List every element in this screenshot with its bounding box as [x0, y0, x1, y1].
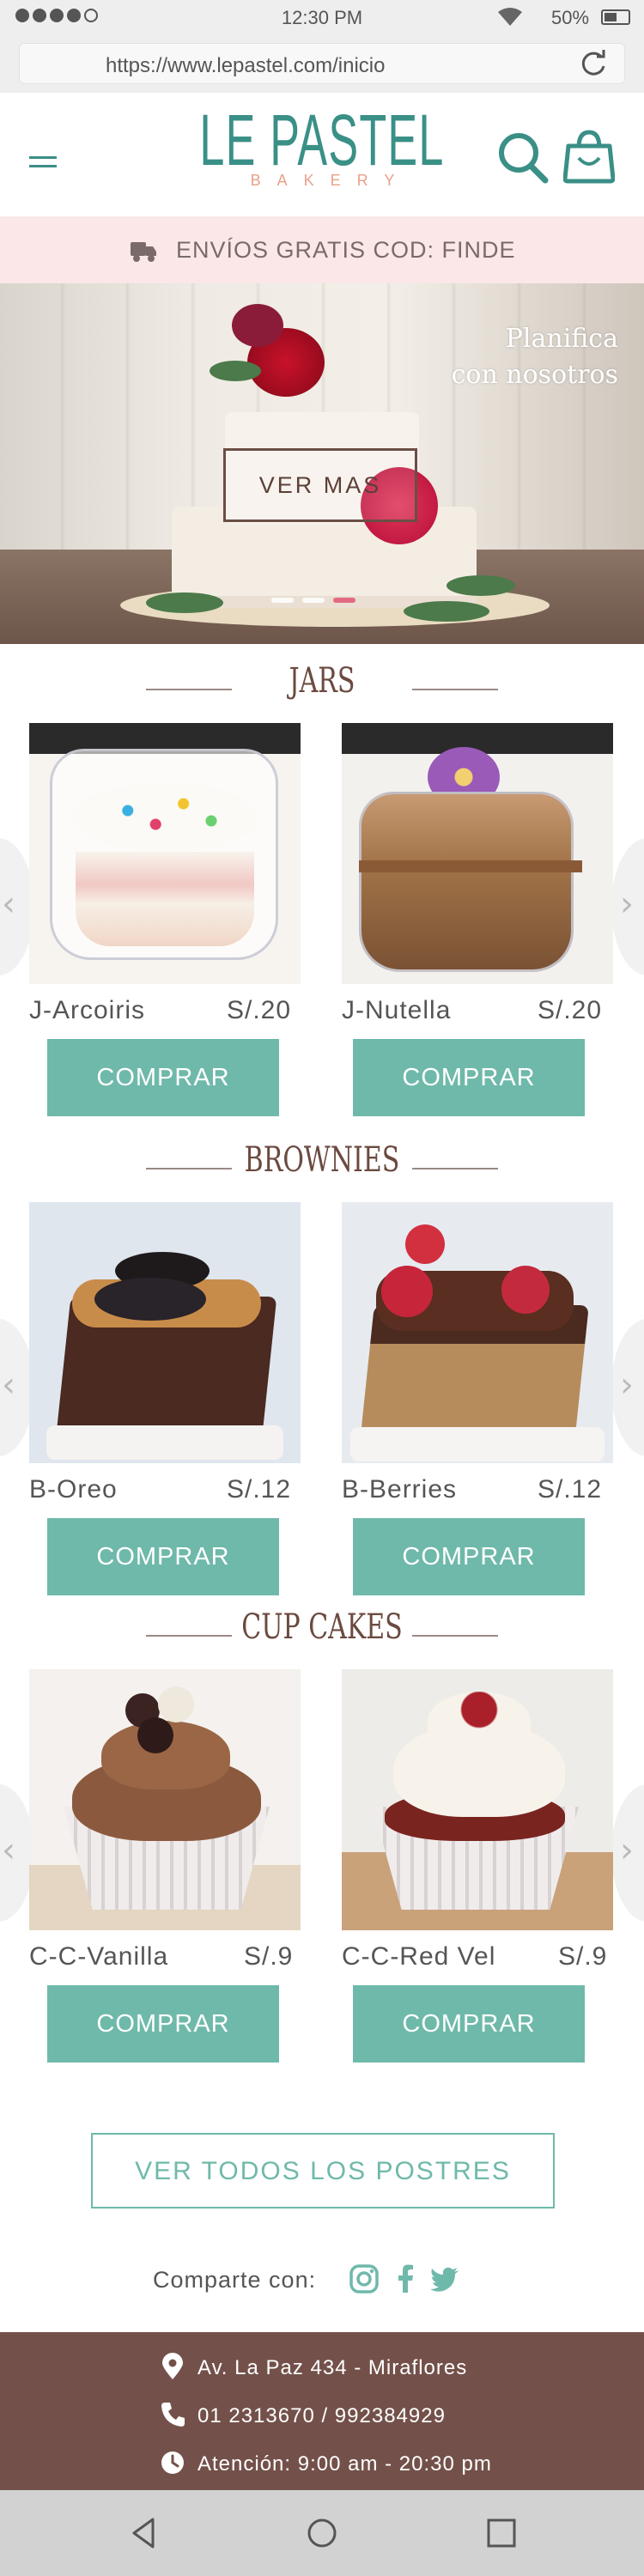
section-title-jars: JARS: [289, 661, 355, 701]
oreo-cookie: [94, 1278, 206, 1321]
paper-liner: [350, 1427, 605, 1461]
location-pin-icon: [162, 2353, 183, 2379]
product-price: S/.9: [244, 1942, 294, 1971]
url-field[interactable]: https://www.lepastel.com/inicio: [19, 43, 625, 84]
shopping-bag-icon[interactable]: [563, 127, 615, 184]
product-price: S/.12: [227, 1475, 292, 1504]
battery-icon: [601, 9, 630, 25]
hero-slogan-line2: con nosotros: [451, 360, 618, 390]
hero-leaf: [146, 592, 223, 613]
hero-flower: [232, 304, 283, 347]
wifi-icon: [498, 8, 522, 26]
battery-percent: 50%: [551, 7, 590, 28]
product-price: S/.9: [558, 1942, 608, 1971]
hero-carousel[interactable]: Planifica con nosotros VER MAS: [0, 283, 644, 644]
hero-leaf: [210, 361, 261, 381]
browser-url-bar: https://www.lepastel.com/inicio: [0, 36, 644, 93]
promo-banner: ENVÍOS GRATIS COD: FINDE: [0, 216, 644, 283]
section-title-brownies: BROWNIES: [244, 1140, 400, 1180]
comprar-button[interactable]: COMPRAR: [47, 1518, 279, 1595]
footer-phone-text[interactable]: 01 2313670 / 992384929: [197, 2404, 446, 2428]
status-bar: 12:30 PM 50%: [0, 0, 644, 36]
jar-layers: [76, 852, 254, 946]
raspberry: [501, 1266, 550, 1314]
back-icon[interactable]: [125, 2514, 163, 2552]
home-icon[interactable]: [303, 2514, 341, 2552]
product-name: C-C-Vanilla: [29, 1942, 169, 1971]
twitter-icon[interactable]: [429, 2263, 460, 2294]
clock-icon: [161, 2451, 184, 2474]
status-time: 12:30 PM: [281, 7, 363, 28]
product-price: S/.12: [538, 1475, 603, 1504]
chevron-left-icon[interactable]: ‹: [2, 1365, 15, 1405]
footer: Av. La Paz 434 - Miraflores 01 2313670 /…: [0, 2332, 644, 2490]
carousel-dot-active[interactable]: [333, 598, 355, 603]
jar-ribbon: [359, 860, 582, 872]
section-divider: [412, 689, 498, 690]
chevron-right-icon[interactable]: ›: [620, 884, 634, 924]
cupcake-frosting: [428, 1692, 531, 1752]
footer-hours-text: Atención: 9:00 am - 20:30 pm: [197, 2452, 492, 2476]
product-image-c-c-red-vel[interactable]: [342, 1669, 613, 1930]
comprar-button[interactable]: COMPRAR: [353, 1039, 585, 1116]
chevron-left-icon[interactable]: ‹: [2, 884, 15, 924]
hero-slogan: Planifica con nosotros: [447, 321, 618, 393]
view-all-desserts-button[interactable]: VER TODOS LOS POSTRES: [91, 2133, 555, 2208]
chevron-left-icon[interactable]: ‹: [2, 1831, 15, 1870]
search-icon[interactable]: [496, 129, 550, 185]
ver-mas-button[interactable]: VER MAS: [223, 448, 417, 522]
carousel-dot[interactable]: [302, 598, 325, 603]
raspberry: [381, 1266, 433, 1317]
product-name: J-Arcoiris: [29, 996, 145, 1024]
facebook-icon[interactable]: [390, 2263, 421, 2294]
product-name: J-Nutella: [342, 996, 452, 1024]
share-label: Comparte con:: [153, 2267, 317, 2293]
comprar-button[interactable]: COMPRAR: [47, 1039, 279, 1116]
product-name: B-Oreo: [29, 1475, 118, 1504]
section-title-cupcakes: CUP CAKES: [241, 1607, 403, 1647]
instagram-icon[interactable]: [349, 2263, 380, 2294]
product-price: S/.20: [538, 996, 603, 1024]
product-name: C-C-Red Vel: [342, 1942, 496, 1971]
jar-glass: [359, 792, 574, 972]
system-nav-bar: [0, 2490, 644, 2576]
raspberry: [405, 1224, 445, 1264]
site-header: LE PASTEL BAKERY: [0, 93, 644, 216]
url-text: https://www.lepastel.com/inicio: [106, 54, 386, 77]
comprar-button[interactable]: COMPRAR: [353, 1518, 585, 1595]
chevron-right-icon[interactable]: ›: [620, 1365, 634, 1405]
logo-main: LE PASTEL: [199, 100, 445, 180]
hero-leaf: [447, 575, 515, 596]
promo-text: ENVÍOS GRATIS COD: FINDE: [176, 237, 516, 263]
carousel-dots: [271, 598, 355, 603]
comprar-button[interactable]: COMPRAR: [353, 1985, 585, 2063]
jar-sprinkles: [72, 783, 258, 852]
hero-leaf: [404, 601, 489, 622]
hero-slogan-line1: Planifica: [505, 324, 618, 354]
page: 12:30 PM 50% https://www.lepastel.com/in…: [0, 0, 644, 2576]
phone-icon: [161, 2403, 185, 2427]
carousel-dot[interactable]: [271, 598, 294, 603]
chevron-right-icon[interactable]: ›: [620, 1831, 634, 1870]
product-image-b-berries[interactable]: [342, 1202, 613, 1463]
product-name: B-Berries: [342, 1475, 458, 1504]
section-divider: [412, 1635, 498, 1637]
product-image-b-oreo[interactable]: [29, 1202, 301, 1463]
product-image-j-arcoiris[interactable]: [29, 723, 301, 984]
share-bar: Comparte con:: [0, 2258, 644, 2301]
paper-liner: [46, 1425, 283, 1460]
footer-address-text: Av. La Paz 434 - Miraflores: [197, 2356, 468, 2379]
recent-apps-icon[interactable]: [483, 2514, 520, 2552]
reload-icon[interactable]: [578, 49, 609, 80]
delivery-truck-icon: [131, 242, 156, 262]
product-image-j-nutella[interactable]: [342, 723, 613, 984]
comprar-button[interactable]: COMPRAR: [47, 1985, 279, 2063]
product-image-c-c-vanilla[interactable]: [29, 1669, 301, 1930]
chocolate-ball: [158, 1686, 194, 1722]
chocolate-ball: [137, 1717, 173, 1753]
section-divider: [412, 1168, 498, 1170]
product-price: S/.20: [227, 996, 292, 1024]
